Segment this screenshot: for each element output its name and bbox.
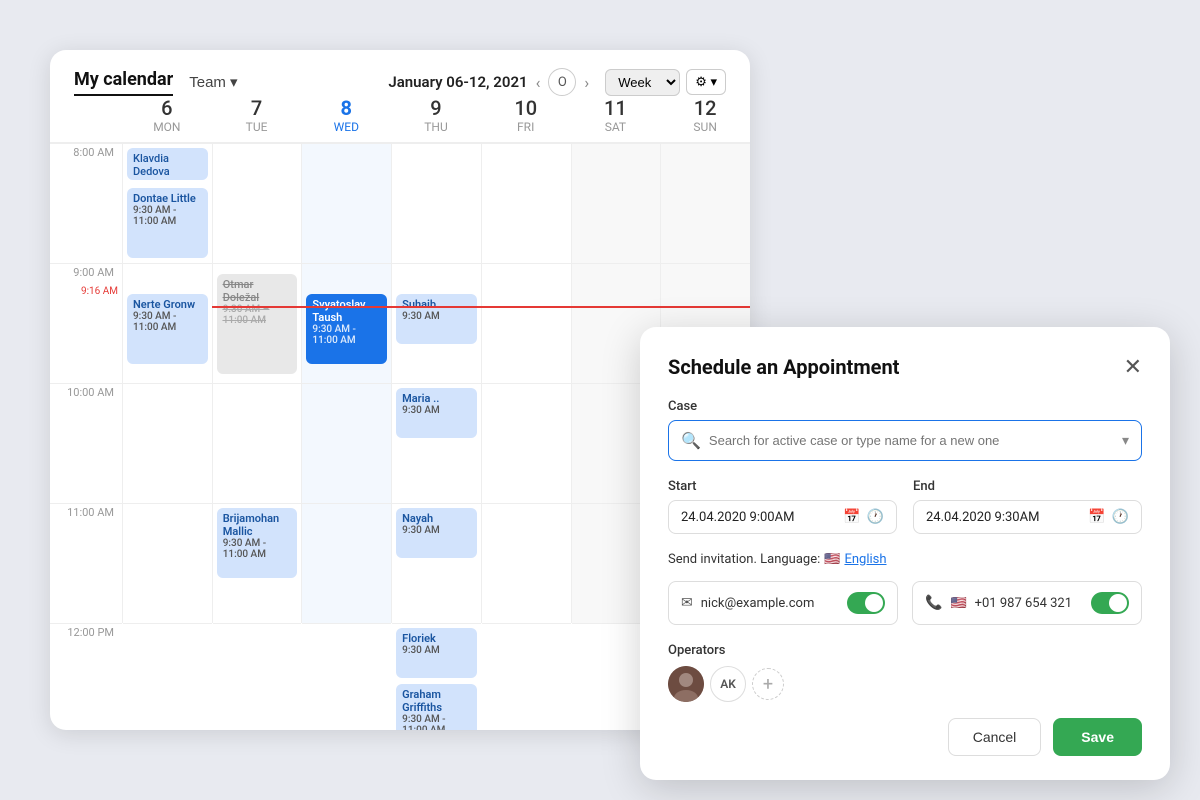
dialog-header: Schedule an Appointment ✕ [668, 355, 1142, 379]
view-select[interactable]: Week Day Month [605, 69, 680, 96]
operators-list: AK + [668, 666, 1142, 702]
email-icon: ✉ [681, 595, 693, 611]
date-range[interactable]: January 06-12, 2021 [388, 73, 527, 91]
operators-section: Operators AK + [668, 643, 1142, 702]
email-value: nick@example.com [701, 596, 815, 611]
dialog-title: Schedule an Appointment [668, 355, 899, 379]
event-nerte[interactable]: Nerte Gronw 9:30 AM - 11:00 AM [127, 294, 208, 364]
event-maria[interactable]: Maria .. 9:30 AM [396, 388, 477, 438]
add-operator-button[interactable]: + [752, 668, 784, 700]
phone-flag: 🇺🇸 [950, 596, 966, 611]
day-header-sun: 12 SUN [660, 96, 750, 134]
invitation-text: Send invitation. Language: [668, 552, 820, 567]
time-label-11am: 11:00 AM [50, 503, 122, 623]
phone-icon: 📞 [925, 595, 942, 611]
invitation-row: Send invitation. Language: 🇺🇸 English [668, 552, 1142, 567]
event-svyatoslav[interactable]: Svyatoslav Taush 9:30 AM - 11:00 AM [306, 294, 387, 364]
day-header-thu: 9 THU [391, 96, 481, 134]
day-col-fri [481, 143, 571, 623]
phone-contact: 📞 🇺🇸 +01 987 654 321 [912, 581, 1142, 625]
settings-button[interactable]: ⚙ ▾ [686, 69, 726, 95]
end-input[interactable]: 24.04.2020 9:30AM 📅 🕐 [913, 500, 1142, 534]
appointment-dialog: Schedule an Appointment ✕ Case 🔍 ▾ Start… [640, 327, 1170, 780]
next-btn[interactable]: › [584, 73, 589, 92]
email-contact: ✉ nick@example.com [668, 581, 898, 625]
cancel-button[interactable]: Cancel [948, 718, 1042, 756]
event-floriek[interactable]: Floriek 9:30 AM [396, 628, 477, 678]
time-label-9am: 9:00 AM 9:16 AM [50, 263, 122, 383]
dialog-actions: Cancel Save [668, 718, 1142, 756]
calendar-header: My calendar Team ▾ January 06-12, 2021 ‹… [50, 50, 750, 96]
search-icon: 🔍 [681, 431, 701, 450]
clock-icon-end[interactable]: 🕐 [1112, 509, 1129, 525]
date-row: Start 24.04.2020 9:00AM 📅 🕐 End 24.04.20… [668, 479, 1142, 534]
case-search-input[interactable] [709, 433, 1114, 448]
start-field: Start 24.04.2020 9:00AM 📅 🕐 [668, 479, 897, 534]
day-headers: 6 MON 7 TUE 8 WED 9 THU 10 FRI 11 SAT 12… [50, 96, 750, 143]
language-flag: 🇺🇸 [824, 552, 840, 567]
prev-btn[interactable]: ‹ [536, 73, 541, 92]
day-header-fri: 10 FRI [481, 96, 571, 134]
start-date-icons: 📅 🕐 [843, 509, 884, 525]
operator-avatar [668, 666, 704, 702]
language-link[interactable]: English [844, 552, 886, 567]
time-label-10am: 10:00 AM [50, 383, 122, 503]
view-controls: Week Day Month ⚙ ▾ [605, 69, 726, 96]
day-col-tue: Otmar Doležal 9:30 AM – 11:00 AM Brijamo… [212, 143, 302, 623]
calendar-icon-end[interactable]: 📅 [1088, 509, 1105, 525]
today-circle[interactable]: O [548, 68, 576, 96]
save-button[interactable]: Save [1053, 718, 1142, 756]
start-value: 24.04.2020 9:00AM [681, 510, 837, 525]
team-button[interactable]: Team ▾ [189, 73, 237, 91]
contact-row: ✉ nick@example.com 📞 🇺🇸 +01 987 654 321 [668, 581, 1142, 625]
end-label: End [913, 479, 1142, 494]
clock-icon[interactable]: 🕐 [867, 509, 884, 525]
event-brijamohan[interactable]: Brijamohan Mallic 9:30 AM - 11:00 AM [217, 508, 298, 578]
event-dontae[interactable]: Dontae Little 9:30 AM - 11:00 AM [127, 188, 208, 258]
case-search-box[interactable]: 🔍 ▾ [668, 420, 1142, 461]
day-col-wed: Svyatoslav Taush 9:30 AM - 11:00 AM [301, 143, 391, 623]
day-header-tue: 7 TUE [212, 96, 302, 134]
start-label: Start [668, 479, 897, 494]
time-label-12pm: 12:00 PM [50, 623, 122, 730]
case-label: Case [668, 399, 1142, 414]
nav-controls: January 06-12, 2021 ‹ O › [388, 68, 589, 96]
day-header-mon: 6 MON [122, 96, 212, 134]
day-header-sat: 11 SAT [571, 96, 661, 134]
end-value: 24.04.2020 9:30AM [926, 510, 1082, 525]
calendar-title: My calendar [74, 69, 173, 96]
operator-initials: AK [710, 666, 746, 702]
email-toggle[interactable] [847, 592, 885, 614]
phone-toggle[interactable] [1091, 592, 1129, 614]
day-col-mon: Klavdia Dedova Dontae Little 9:30 AM - 1… [122, 143, 212, 623]
close-button[interactable]: ✕ [1124, 356, 1142, 378]
time-label-8am: 8:00 AM [50, 143, 122, 263]
start-input[interactable]: 24.04.2020 9:00AM 📅 🕐 [668, 500, 897, 534]
event-klavdia[interactable]: Klavdia Dedova [127, 148, 208, 180]
phone-value: +01 987 654 321 [975, 596, 1072, 611]
calendar-icon[interactable]: 📅 [843, 509, 860, 525]
day-header-wed: 8 WED [301, 96, 391, 134]
event-suhaib[interactable]: Suhaib 9:30 AM [396, 294, 477, 344]
dropdown-icon[interactable]: ▾ [1122, 433, 1129, 449]
end-date-icons: 📅 🕐 [1088, 509, 1129, 525]
current-time-line [212, 306, 750, 308]
event-graham[interactable]: Graham Griffiths 9:30 AM - 11:00 AM [396, 684, 477, 730]
day-col-thu: Suhaib 9:30 AM Maria .. 9:30 AM Nayah 9:… [391, 143, 481, 623]
end-field: End 24.04.2020 9:30AM 📅 🕐 [913, 479, 1142, 534]
event-nayah[interactable]: Nayah 9:30 AM [396, 508, 477, 558]
event-otmar[interactable]: Otmar Doležal 9:30 AM – 11:00 AM [217, 274, 298, 374]
operators-label: Operators [668, 643, 1142, 658]
